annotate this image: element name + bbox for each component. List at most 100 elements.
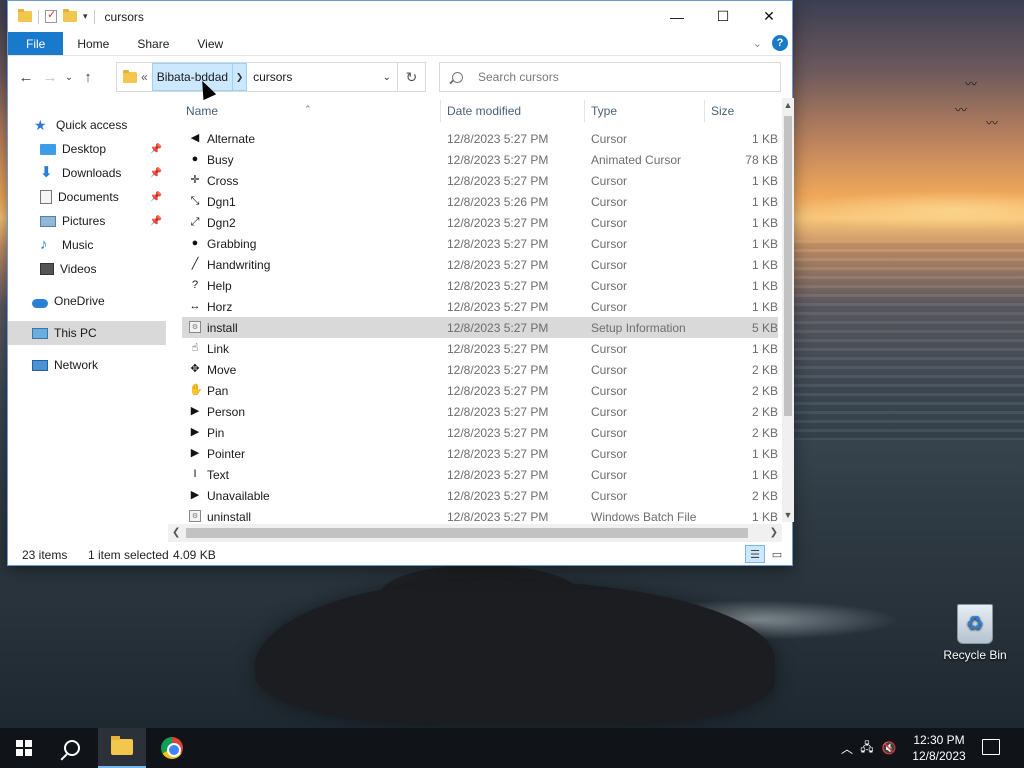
title-bar[interactable]: ▾ cursors — ☐ ✕	[8, 1, 792, 32]
file-row[interactable]: ⤡ Dgn1 12/8/2023 5:26 PM Cursor 1 KB	[182, 191, 778, 212]
taskbar-file-explorer[interactable]	[98, 728, 146, 768]
search-box[interactable]: Search cursors	[439, 62, 781, 92]
new-folder-icon[interactable]	[63, 9, 77, 22]
taskbar-search-button[interactable]	[48, 728, 96, 768]
breadcrumb-chevron-icon[interactable]: ❯	[233, 63, 248, 91]
windows-logo-icon	[16, 740, 32, 756]
file-row[interactable]: ↔ Horz 12/8/2023 5:27 PM Cursor 1 KB	[182, 296, 779, 317]
file-row[interactable]: ☝ Link 12/8/2023 5:27 PM Cursor 1 KB	[182, 338, 778, 359]
maximize-button[interactable]: ☐	[700, 1, 746, 32]
nav-label: Pictures	[62, 214, 106, 228]
column-size[interactable]: Size	[711, 104, 734, 118]
expand-ribbon-chevron-icon[interactable]: ⌄	[753, 37, 762, 50]
vertical-scrollbar[interactable]: ▲ ▼	[782, 98, 794, 522]
file-name: Busy	[207, 153, 234, 167]
forward-button[interactable]: →	[38, 69, 62, 86]
folder-icon	[123, 69, 137, 83]
file-date: 12/8/2023 5:27 PM	[447, 300, 549, 314]
vertical-scroll-thumb[interactable]	[784, 116, 792, 416]
customize-toolbar-chevron-icon[interactable]: ▾	[83, 11, 88, 22]
cursor-file-icon: ●	[191, 153, 199, 165]
sort-ascending-icon: ⌃	[304, 104, 312, 114]
file-type: Animated Cursor	[591, 153, 682, 167]
column-type[interactable]: Type	[591, 104, 617, 118]
up-button[interactable]: ↑	[76, 69, 100, 86]
scroll-down-icon[interactable]: ▼	[782, 510, 794, 520]
tab-share[interactable]: Share	[123, 32, 183, 55]
file-row[interactable]: ? Help 12/8/2023 5:27 PM Cursor 1 KB	[182, 275, 778, 296]
file-row[interactable]: ✥ Move 12/8/2023 5:27 PM Cursor 2 KB	[182, 359, 778, 380]
breadcrumb-overflow[interactable]: «	[141, 70, 148, 84]
nav-documents[interactable]: Documents 📌	[8, 185, 166, 209]
taskbar-chrome[interactable]	[148, 728, 196, 768]
file-date: 12/8/2023 5:27 PM	[447, 321, 549, 335]
file-size: 1 KB	[751, 468, 778, 482]
file-row[interactable]: ▶ Person 12/8/2023 5:27 PM Cursor 2 KB	[182, 401, 778, 422]
tab-view[interactable]: View	[183, 32, 237, 55]
file-row[interactable]: I Text 12/8/2023 5:27 PM Cursor 1 KB	[182, 464, 778, 485]
computer-icon	[32, 327, 48, 339]
file-date: 12/8/2023 5:27 PM	[447, 447, 549, 461]
refresh-button[interactable]: ↻	[397, 63, 425, 91]
scroll-left-icon[interactable]: ❮	[172, 527, 180, 538]
nav-quick-access[interactable]: ★ Quick access	[8, 113, 166, 137]
file-size: 2 KB	[751, 363, 778, 377]
nav-pictures[interactable]: Pictures 📌	[8, 209, 166, 233]
scroll-up-icon[interactable]: ▲	[782, 100, 794, 110]
recycle-bin-desktop-icon[interactable]: Recycle Bin	[940, 604, 1010, 662]
nav-music[interactable]: ♪ Music	[8, 233, 166, 257]
file-row[interactable]: ⤢ Dgn2 12/8/2023 5:27 PM Cursor 1 KB	[182, 212, 778, 233]
file-row[interactable]: ╱ Handwriting 12/8/2023 5:27 PM Cursor 1 KB	[182, 254, 778, 275]
file-row[interactable]: ● Busy 12/8/2023 5:27 PM Animated Cursor 78 …	[182, 149, 778, 170]
file-explorer-icon	[111, 736, 133, 755]
network-status-icon[interactable]: 🖧	[856, 738, 878, 759]
breadcrumb-cursors[interactable]: cursors	[253, 70, 292, 84]
column-name[interactable]: Name	[186, 104, 218, 118]
breadcrumb-bibata-bddad[interactable]: Bibata-bddad	[151, 63, 234, 91]
action-center-icon[interactable]	[982, 739, 1000, 755]
nav-desktop[interactable]: Desktop 📌	[8, 137, 166, 161]
sunset-glow	[792, 190, 1024, 230]
nav-onedrive[interactable]: OneDrive	[8, 289, 166, 313]
tab-home[interactable]: Home	[63, 32, 123, 55]
details-view-button[interactable]: ☰	[745, 545, 765, 563]
file-date: 12/8/2023 5:27 PM	[447, 468, 549, 482]
folder-icon	[18, 9, 32, 22]
file-row[interactable]: ▶ Pin 12/8/2023 5:27 PM Cursor 2 KB	[182, 422, 778, 443]
search-input[interactable]: Search cursors	[478, 70, 559, 84]
file-row[interactable]: ✛ Cross 12/8/2023 5:27 PM Cursor 1 KB	[182, 170, 778, 191]
file-size: 5 KB	[751, 321, 778, 335]
nav-network[interactable]: Network	[8, 353, 166, 377]
file-row[interactable]: ▶ Unavailable 12/8/2023 5:27 PM Cursor 2 KB	[182, 485, 778, 506]
minimize-button[interactable]: —	[654, 1, 700, 32]
back-button[interactable]: ←	[14, 69, 38, 86]
nav-videos[interactable]: Videos	[8, 257, 166, 281]
recent-locations-chevron-icon[interactable]: ⌄	[62, 72, 76, 83]
show-hidden-icons-chevron-icon[interactable]: ︿	[838, 740, 856, 757]
file-row[interactable]: ◀ Alternate 12/8/2023 5:27 PM Cursor 1 KB	[182, 128, 778, 149]
file-row[interactable]: ▶ Pointer 12/8/2023 5:27 PM Cursor 1 KB	[182, 443, 778, 464]
help-icon[interactable]: ?	[772, 35, 788, 51]
large-icons-view-button[interactable]: ▭	[767, 545, 787, 563]
properties-icon[interactable]	[45, 8, 57, 23]
horizontal-scroll-thumb[interactable]	[186, 528, 748, 538]
clock[interactable]: 12:30 PM 12/8/2023	[908, 732, 970, 764]
address-bar[interactable]: « Bibata-bddad ❯ cursors ⌄ ↻	[116, 62, 426, 92]
volume-muted-icon[interactable]: 🔇	[878, 741, 900, 755]
horizontal-scrollbar[interactable]: ❮ ❯	[168, 524, 782, 542]
file-size: 1 KB	[751, 447, 778, 461]
file-row[interactable]: ● Grabbing 12/8/2023 5:27 PM Cursor 1 KB	[182, 233, 778, 254]
close-button[interactable]: ✕	[746, 1, 792, 32]
nav-this-pc[interactable]: This PC	[8, 321, 166, 345]
file-row[interactable]: ✋ Pan 12/8/2023 5:27 PM Cursor 2 KB	[182, 380, 778, 401]
file-row[interactable]: ⚙ install 12/8/2023 5:27 PM Setup Informati…	[182, 317, 778, 338]
column-date-modified[interactable]: Date modified	[447, 104, 521, 118]
start-button[interactable]	[0, 728, 48, 768]
address-history-chevron-icon[interactable]: ⌄	[383, 72, 391, 83]
scroll-right-icon[interactable]: ❯	[770, 527, 778, 538]
nav-downloads[interactable]: ⬇ Downloads 📌	[8, 161, 166, 185]
nav-label: Videos	[60, 262, 97, 276]
tab-file[interactable]: File	[8, 32, 64, 55]
file-name: Link	[207, 342, 230, 356]
file-type: Cursor	[591, 426, 628, 440]
